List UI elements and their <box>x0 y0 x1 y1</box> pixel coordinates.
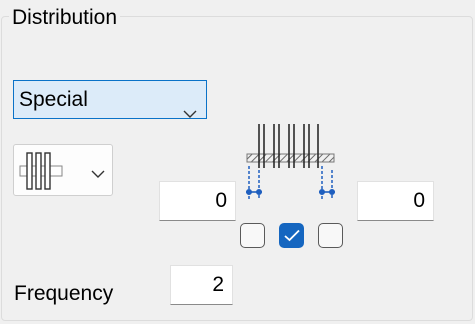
right-dimension-tick-1 <box>319 189 326 196</box>
distribution-type-select[interactable]: Special <box>13 80 207 119</box>
middle-checkbox[interactable] <box>279 223 304 248</box>
left-dimension-tick-1 <box>246 189 253 196</box>
layout-dropdown[interactable] <box>13 144 113 196</box>
chevron-down-icon <box>91 166 105 184</box>
frequency-input[interactable]: 2 <box>170 265 233 305</box>
frequency-label: Frequency <box>14 282 114 305</box>
right-checkbox[interactable] <box>318 223 343 248</box>
left-dimension-tick-2 <box>255 189 262 196</box>
right-offset-input[interactable]: 0 <box>357 181 434 221</box>
group-title: Distribution <box>9 6 121 30</box>
distribution-diagram <box>238 118 340 208</box>
chevron-down-icon <box>183 94 197 131</box>
hatched-member <box>246 153 335 163</box>
left-offset-input[interactable]: 0 <box>159 181 236 221</box>
distribution-layout-icon <box>18 151 64 196</box>
right-dimension-tick-2 <box>329 189 336 196</box>
checkmark-icon <box>284 229 300 242</box>
left-checkbox[interactable] <box>240 223 265 248</box>
distribution-type-value: Special <box>19 88 88 111</box>
